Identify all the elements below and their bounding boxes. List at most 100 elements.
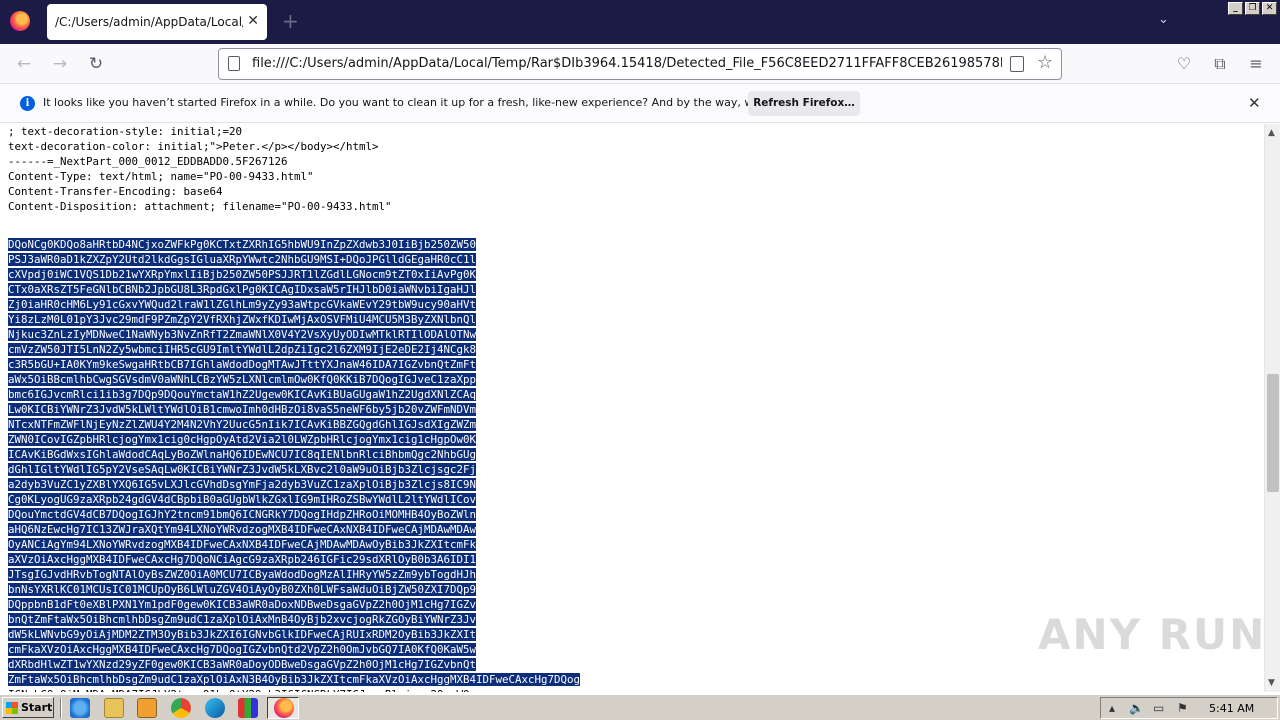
document-line: dXRbdHlwZT1wYXNzd29yZF0gew0KICB3aWR0aDoy… xyxy=(8,657,580,672)
document-line: ZWN0ICovIGZpbHRlcjogYmx1cig0cHgpOyAtd2Vi… xyxy=(8,432,580,447)
selected-text: c3R5bGU+IA0KYm9keSwgaHRtbCB7IGhlaWdodDog… xyxy=(8,358,477,371)
selected-text: aWx5OiBBcmlhbCwgSGVsdmV0aWNhLCBzYW5zLXNl… xyxy=(8,373,477,386)
scroll-up-icon[interactable]: ▲ xyxy=(1268,128,1275,138)
reload-icon[interactable]: ↻ xyxy=(84,52,108,76)
flag-icon[interactable]: ⚑ xyxy=(1177,701,1188,715)
document-line: IGNvbG9yOiMwMDAwMDA7IGJhY2tncm91bmQtY29s… xyxy=(8,687,580,692)
selected-text: OyANCiAgYm94LXNoYWRvdzogMXB4IDFweCAxNXB4… xyxy=(8,538,477,551)
selected-text: cmFkaXVzOiAxcHggMXB4IDFweCAxcHg7DQogIGZv… xyxy=(8,643,477,656)
notification-bar: i It looks like you haven’t started Fire… xyxy=(0,85,1280,123)
selected-text: Zj0iaHR0cHM6Ly91cGxvYWQud2lraW1lZGlhLm9y… xyxy=(8,298,477,311)
selected-text: DQouYmctdGV4dCB7DQogIGJhY2tncm91bmQ6ICNG… xyxy=(8,508,477,521)
folder-icon[interactable] xyxy=(104,698,124,718)
selected-text: ICAvKiBGdWxsIGhlaWdodCAqLyBoZWlnaHQ6IDEw… xyxy=(8,448,477,461)
selected-text: dXRbdHlwZT1wYXNzd29yZF0gew0KICB3aWR0aDoy… xyxy=(8,658,477,671)
document-line: cXVpdj0iWC1VQS1Db21wYXRpYmxlIiBjb250ZW50… xyxy=(8,267,580,282)
document-line: Zj0iaHR0cHM6Ly91cGxvYWQud2lraW1lZGlhLm9y… xyxy=(8,297,580,312)
menu-icon[interactable]: ≡ xyxy=(1244,52,1268,76)
clock: 5:41 AM xyxy=(1209,702,1255,715)
document-line: bnNsYXRlKC01MCUsIC01MCUpOyB6LWluZGV4OiAy… xyxy=(8,582,580,597)
chevron-up-icon[interactable]: ▴ xyxy=(1109,701,1115,715)
document-line: ZmFtaWx5OiBhcmlhbDsgZm9udC1zaXplOiAxN3B4… xyxy=(8,672,581,687)
document-line: Content-Disposition: attachment; filenam… xyxy=(8,199,580,214)
page-content: ; text-decoration-style: initial;=20 text… xyxy=(0,124,1264,692)
chevron-down-icon[interactable]: ⌄ xyxy=(1158,12,1169,27)
document-line: bmc6IGJvcmRlci1ib3g7DQp9DQouYmctaW1hZ2Ug… xyxy=(8,387,580,402)
info-icon: i xyxy=(20,96,35,111)
close-icon[interactable]: ✕ xyxy=(1248,94,1261,112)
chrome-icon[interactable] xyxy=(171,698,191,718)
pocket-icon[interactable]: ♡ xyxy=(1172,52,1196,76)
vertical-scrollbar[interactable]: ▲ ▼ xyxy=(1264,124,1280,692)
selected-text: bnQtZmFtaWx5OiBhcmlhbDsgZm9udC1zaXplOiAx… xyxy=(8,613,477,626)
app-icon[interactable] xyxy=(238,698,258,718)
taskbar-separator xyxy=(60,698,62,718)
minimize-button[interactable]: _ xyxy=(1228,2,1243,15)
selected-text: JTsgIGJvdHRvbTogNTAlOyBsZWZ0OiA0MCU7ICBy… xyxy=(8,568,477,581)
document-line xyxy=(8,214,580,229)
network-icon[interactable]: ▭ xyxy=(1153,701,1164,715)
selected-text: dW5kLWNvbG9yOiAjMDM2ZTM3OyBib3JkZXI6IGNv… xyxy=(8,628,477,641)
line-text: IGNvbG9yOiMwMDAwMDA7IGJhY2tncm91bmQtY29s… xyxy=(8,688,476,692)
watermark-logo: ANY RUN xyxy=(1038,610,1267,659)
media-player-icon[interactable] xyxy=(137,698,157,718)
selected-text: a2dyb3VuZC1yZXBlYXQ6IG5vLXJlcGVhdDsgYmFj… xyxy=(8,478,477,491)
firefox-icon[interactable] xyxy=(10,11,30,31)
line-text: ; text-decoration-style: initial;=20 xyxy=(8,125,243,138)
document-line: Cg0KLyogUG9zaXRpb24gdGV4dCBpbiB0aGUgbWlk… xyxy=(8,492,580,507)
line-text: text-decoration-color: initial;">Peter.<… xyxy=(8,140,379,153)
document-line: text-decoration-color: initial;">Peter.<… xyxy=(8,139,580,154)
windows-logo-icon xyxy=(6,702,18,714)
selected-text: DQoNCg0KDQo8aHRtbD4NCjxoZWFkPg0KCTxtZXRh… xyxy=(8,238,477,251)
document-line: Content-Transfer-Encoding: base64 xyxy=(8,184,580,199)
start-button[interactable]: Start xyxy=(2,697,54,718)
document-line: Njkuc3ZnLzIyMDNweC1NaWNyb3NvZnRfT2ZmaWNl… xyxy=(8,327,580,342)
tab-active[interactable]: /C:/Users/admin/AppData/Local/Temp/Rar$D… xyxy=(47,4,267,40)
scrollbar-thumb[interactable] xyxy=(1267,374,1279,492)
tab-strip: /C:/Users/admin/AppData/Local/Temp/Rar$D… xyxy=(0,0,1280,44)
taskbar-firefox-button[interactable] xyxy=(267,697,299,719)
firefox-icon xyxy=(274,698,294,718)
selected-text: Cg0KLyogUG9zaXRpb24gdGV4dCBpbiB0aGUgbWlk… xyxy=(8,493,477,506)
line-text xyxy=(8,215,15,228)
document-line: DQppbnB1dFt0eXBlPXN1Ym1pdF0gew0KICB3aWR0… xyxy=(8,597,580,612)
navigation-toolbar: ← → ↻ file:///C:/Users/admin/AppData/Loc… xyxy=(0,44,1280,84)
close-icon[interactable]: ✕ xyxy=(247,13,259,29)
star-icon[interactable]: ☆ xyxy=(1037,52,1053,73)
line-text: Content-Type: text/html; name="PO-00-943… xyxy=(8,170,314,183)
selected-text: cXVpdj0iWC1VQS1Db21wYXRpYmxlIiBjb250ZW50… xyxy=(8,268,477,281)
selected-text: Njkuc3ZnLzIyMDNweC1NaWNyb3NvZnRfT2ZmaWNl… xyxy=(8,328,477,341)
selected-text: dGhlIGltYWdlIG5pY2VseSAqLw0KICBiYWNrZ3Jv… xyxy=(8,463,477,476)
restore-button[interactable]: ❐ xyxy=(1245,2,1260,15)
extensions-icon[interactable]: ⧉ xyxy=(1208,52,1232,76)
document-line: ------=_NextPart_000_0012_EDDBADD0.5F267… xyxy=(8,154,580,169)
start-label: Start xyxy=(21,701,53,714)
forward-arrow-icon[interactable]: → xyxy=(48,52,72,76)
selected-text: ZWN0ICovIGZpbHRlcjogYmx1cig0cHgpOyAtd2Vi… xyxy=(8,433,477,446)
close-window-button[interactable]: ✕ xyxy=(1262,2,1277,15)
back-arrow-icon[interactable]: ← xyxy=(12,52,36,76)
selected-text: aXVzOiAxcHggMXB4IDFweCAxcHg7DQoNCiAgcG9z… xyxy=(8,553,477,566)
taskbar: Start ▴ 🔈 ▭ ⚑ 5:41 AM xyxy=(0,694,1280,720)
selected-text: Yi8zLzM0L01pY3Jvc29mdF9PZmZpY2VfRXhjZWxf… xyxy=(8,313,477,326)
selected-text: NTcxNTFmZWFlNjEyNzZlZWU4Y2M4N2VhY2UucG5n… xyxy=(8,418,477,431)
volume-icon[interactable]: 🔈 xyxy=(1129,701,1144,715)
document-line: aXVzOiAxcHggMXB4IDFweCAxcHg7DQoNCiAgcG9z… xyxy=(8,552,580,567)
system-tray: ▴ 🔈 ▭ ⚑ 5:41 AM xyxy=(1100,697,1278,719)
selected-text: ZmFtaWx5OiBhcmlhbDsgZm9udC1zaXplOiAxN3B4… xyxy=(8,673,581,686)
edge-icon[interactable] xyxy=(205,698,225,718)
selected-text: Lw0KICBiYWNrZ3JvdW5kLWltYWdlOiB1cmwoImh0… xyxy=(8,403,477,416)
reader-view-icon[interactable] xyxy=(1010,56,1024,72)
document-line: DQoNCg0KDQo8aHRtbD4NCjxoZWFkPg0KCTxtZXRh… xyxy=(8,237,580,252)
document-line: CTx0aXRsZT5FeGNlbCBNb2JpbGU8L3RpdGxlPg0K… xyxy=(8,282,580,297)
document-line: aWx5OiBBcmlhbCwgSGVsdmV0aWNhLCBzYW5zLXNl… xyxy=(8,372,580,387)
document-text[interactable]: ; text-decoration-style: initial;=20 text… xyxy=(8,124,581,692)
line-text: Content-Transfer-Encoding: base64 xyxy=(8,185,223,198)
refresh-firefox-button[interactable]: Refresh Firefox… xyxy=(748,91,860,116)
plus-icon[interactable]: + xyxy=(282,11,299,31)
url-text[interactable]: file:///C:/Users/admin/AppData/Local/Tem… xyxy=(252,56,1002,71)
scroll-down-icon[interactable]: ▼ xyxy=(1268,678,1275,688)
url-bar[interactable]: file:///C:/Users/admin/AppData/Local/Tem… xyxy=(218,48,1062,80)
ie-icon[interactable] xyxy=(70,698,90,718)
